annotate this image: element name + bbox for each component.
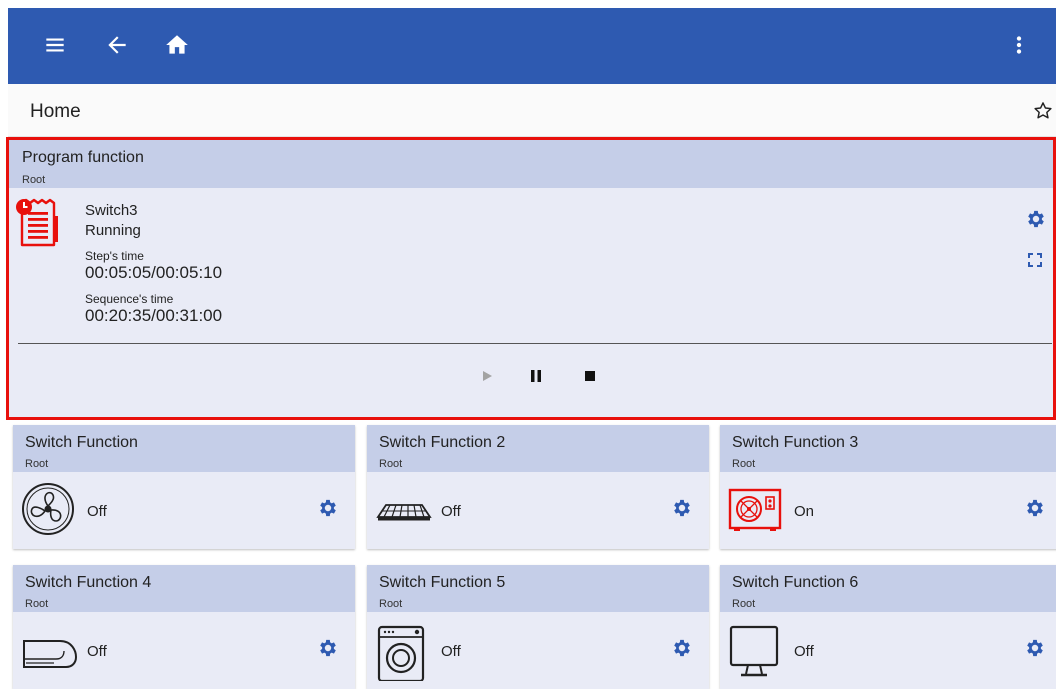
card-path: Root (25, 458, 49, 470)
card-title: Switch Function (25, 434, 138, 451)
heat-pump-icon (727, 481, 785, 542)
fullscreen-icon[interactable] (1027, 252, 1043, 273)
card-title: Switch Function 5 (379, 574, 506, 591)
divider (18, 343, 1052, 344)
program-name: Switch3 (85, 202, 138, 219)
switch-function-4-tile[interactable]: Switch Function 4 Root Off (13, 565, 355, 689)
more-vert-icon[interactable] (1006, 32, 1032, 58)
switch-function-5-tile[interactable]: Switch Function 5 Root Off (367, 565, 709, 689)
app-bar (8, 8, 1056, 84)
star-outline-icon[interactable] (1032, 100, 1054, 127)
gear-icon[interactable] (671, 637, 693, 664)
card-path: Root (379, 458, 403, 470)
gear-icon[interactable] (317, 637, 339, 664)
gear-icon[interactable] (317, 497, 339, 524)
switch-function-2-tile[interactable]: Switch Function 2 Root Off (367, 425, 709, 549)
gear-icon[interactable] (1024, 637, 1046, 664)
card-header: Program function Root (9, 140, 1053, 188)
card-path: Root (732, 598, 756, 610)
gear-icon[interactable] (1025, 208, 1047, 235)
program-function-card[interactable]: Program function Root Switch3 Running St… (6, 137, 1056, 420)
menu-icon[interactable] (42, 32, 68, 58)
switch-function-6-tile[interactable]: Switch Function 6 Root Off (720, 565, 1056, 689)
switch-state: Off (441, 503, 461, 520)
card-header: Switch Function Root (13, 425, 355, 472)
switch-state: Off (87, 643, 107, 660)
home-icon[interactable] (164, 32, 190, 58)
card-header: Switch Function 3 Root (720, 425, 1056, 472)
play-icon[interactable] (479, 368, 495, 389)
monitor-icon (727, 621, 783, 686)
card-title: Switch Function 3 (732, 434, 859, 451)
card-title: Program function (22, 149, 144, 166)
card-path: Root (25, 598, 49, 610)
card-header: Switch Function 4 Root (13, 565, 355, 612)
switch-state: Off (441, 643, 461, 660)
card-path: Root (22, 174, 46, 186)
air-conditioner-icon (20, 621, 80, 682)
stop-icon[interactable] (582, 368, 598, 389)
sequence-time-label: Sequence's time (85, 292, 174, 306)
sequence-time-value: 00:20:35/00:31:00 (85, 306, 223, 325)
step-time-value: 00:05:05/00:05:10 (85, 263, 223, 282)
pause-icon[interactable] (528, 368, 544, 389)
switch-function-3-tile[interactable]: Switch Function 3 Root On (720, 425, 1056, 549)
step-time-label: Step's time (85, 249, 144, 263)
program-status: Running (85, 222, 141, 239)
switch-state: On (794, 503, 815, 520)
gear-icon[interactable] (671, 497, 693, 524)
card-title: Switch Function 6 (732, 574, 859, 591)
fan-icon (20, 481, 76, 542)
card-path: Root (732, 458, 756, 470)
card-header: Switch Function 2 Root (367, 425, 709, 472)
card-title: Switch Function 2 (379, 434, 506, 451)
switch-state: Off (794, 643, 814, 660)
gear-icon[interactable] (1024, 497, 1046, 524)
card-title: Switch Function 4 (25, 574, 152, 591)
washing-machine-icon (374, 621, 430, 686)
page-title: Home (30, 101, 81, 122)
heater-icon (374, 481, 434, 542)
switch-state: Off (87, 503, 107, 520)
card-header: Switch Function 5 Root (367, 565, 709, 612)
card-path: Root (379, 598, 403, 610)
back-arrow-icon[interactable] (104, 32, 130, 58)
program-schedule-icon (16, 198, 60, 255)
switch-function-tile[interactable]: Switch Function Root Off (13, 425, 355, 549)
card-header: Switch Function 6 Root (720, 565, 1056, 612)
breadcrumb-bar: Home (8, 84, 1056, 137)
